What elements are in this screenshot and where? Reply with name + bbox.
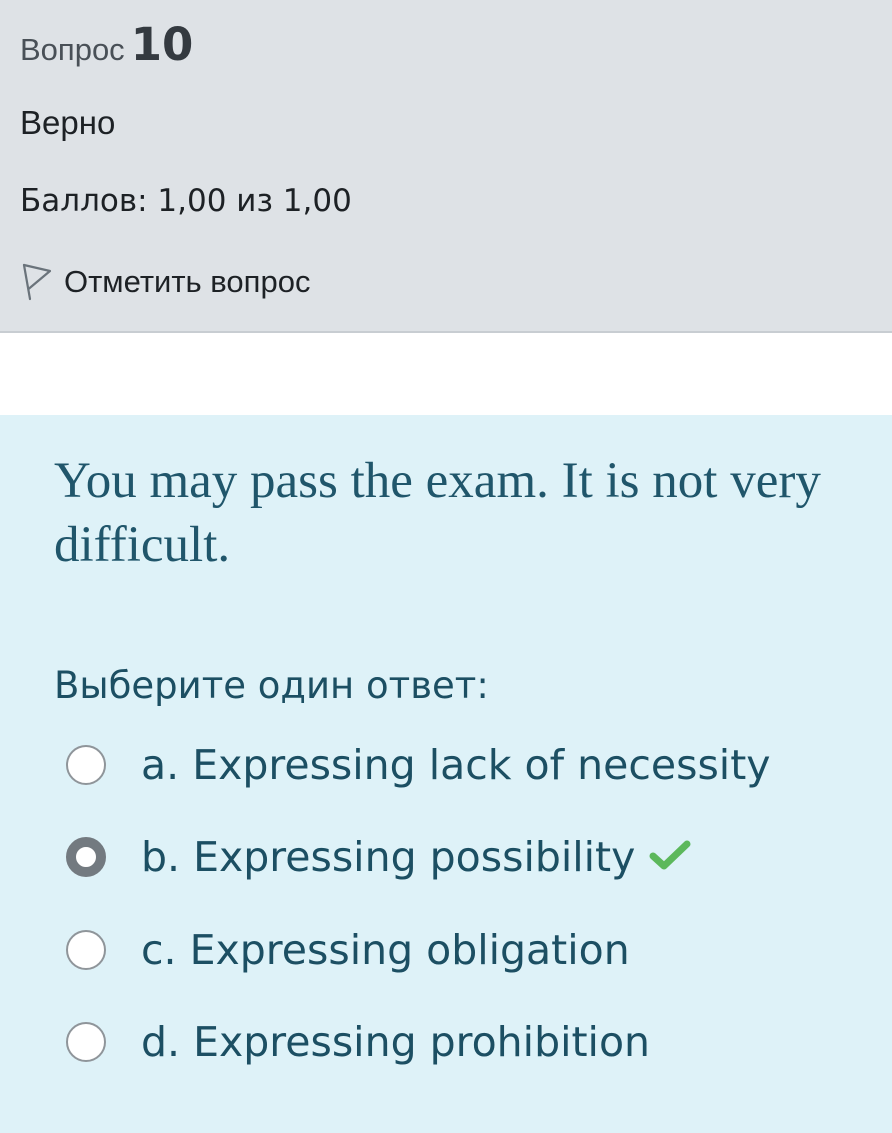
answer-option-label: b. Expressing possibility [141, 833, 636, 881]
answer-option-c[interactable]: c. Expressing obligation [66, 926, 630, 974]
radio-button[interactable] [66, 930, 106, 970]
flag-question-label: Отметить вопрос [64, 264, 311, 299]
question-state: Верно [20, 104, 116, 141]
flag-outline-icon [20, 262, 52, 302]
answer-option-label: c. Expressing obligation [141, 926, 630, 974]
radio-button[interactable] [66, 745, 106, 785]
question-info-panel: Вопрос 10 Верно Баллов: 1,00 из 1,00 Отме… [0, 0, 892, 333]
answer-option-b[interactable]: b. Expressing possibility [66, 833, 691, 881]
radio-button[interactable] [66, 1022, 106, 1062]
answer-option-label: a. Expressing lack of necessity [141, 741, 771, 789]
checkmark-icon [649, 839, 691, 875]
answer-option-a[interactable]: a. Expressing lack of necessity [66, 741, 771, 789]
answer-prompt: Выберите один ответ: [54, 664, 489, 707]
question-number: 10 [130, 18, 194, 71]
answer-option-d[interactable]: d. Expressing prohibition [66, 1018, 650, 1066]
answer-option-label: d. Expressing prohibition [141, 1018, 651, 1066]
flag-question-link[interactable]: Отметить вопрос [20, 262, 310, 302]
radio-button-selected[interactable] [66, 837, 106, 877]
question-word: Вопрос [20, 32, 125, 67]
question-grade: Баллов: 1,00 из 1,00 [20, 183, 352, 219]
question-text: You may pass the exam. It is not very di… [54, 453, 821, 573]
question-heading: Вопрос 10 [20, 18, 193, 71]
